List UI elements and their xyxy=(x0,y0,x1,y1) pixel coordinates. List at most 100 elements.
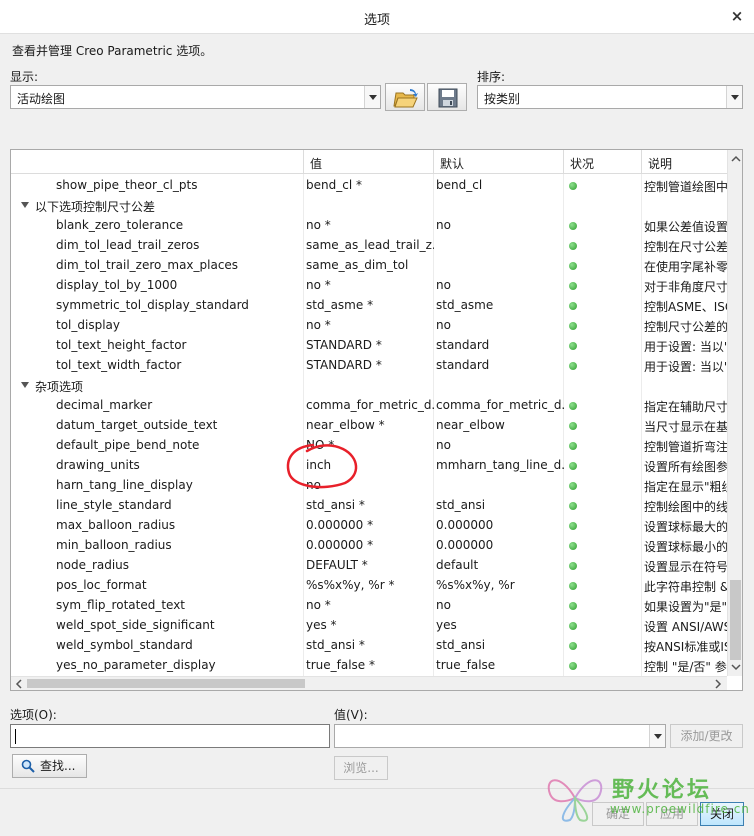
table-row[interactable]: drawing_units inch mmharn_tang_line_d... 设置… xyxy=(11,455,728,475)
status-ok-icon xyxy=(569,362,577,370)
sort-select[interactable]: 按类别 xyxy=(477,85,743,109)
display-label: 显示: xyxy=(10,70,39,84)
option-name: drawing_units xyxy=(56,458,140,472)
table-row[interactable]: show_pipe_theor_cl_pts bend_cl * bend_cl 控制… xyxy=(11,175,728,195)
option-description: 在使用字尾补零 xyxy=(644,260,728,274)
horizontal-scrollbar[interactable] xyxy=(11,676,727,690)
status-ok-icon xyxy=(569,342,577,350)
option-value: yes * xyxy=(306,618,337,632)
open-config-button[interactable] xyxy=(385,83,425,111)
table-row[interactable]: line_style_standard std_ansi * std_ansi 控制绘… xyxy=(11,495,728,515)
table-row[interactable]: min_balloon_radius 0.000000 * 0.000000 设置球标… xyxy=(11,535,728,555)
table-row[interactable]: decimal_marker comma_for_metric_d... comma… xyxy=(11,395,728,415)
table-row[interactable]: tol_text_height_factor STANDARD * standard… xyxy=(11,335,728,355)
status-ok-icon xyxy=(569,222,577,230)
table-row[interactable]: default_pipe_bend_note NO * no 控制管道折弯注 xyxy=(11,435,728,455)
scroll-up-icon[interactable] xyxy=(728,152,743,166)
table-row[interactable]: max_balloon_radius 0.000000 * 0.000000 设置球标… xyxy=(11,515,728,535)
option-description: 当尺寸显示在基 xyxy=(644,420,728,434)
options-table: 值 默认 状况 说明 show_pipe_theor_cl_pts bend_cl… xyxy=(10,149,743,691)
option-default: no xyxy=(436,318,451,332)
status-ok-icon xyxy=(569,182,577,190)
chevron-down-icon[interactable] xyxy=(649,725,665,747)
option-name: max_balloon_radius xyxy=(56,518,176,532)
table-row[interactable]: dim_tol_trail_zero_max_places same_as_dim… xyxy=(11,255,728,275)
header-status[interactable]: 状况 xyxy=(563,150,641,174)
option-name: decimal_marker xyxy=(56,398,153,412)
option-description: 此字符串控制 & xyxy=(644,580,728,594)
close-icon[interactable]: × xyxy=(726,5,748,27)
table-row[interactable]: tol_display no * no 控制尺寸公差的 xyxy=(11,315,728,335)
scroll-left-icon[interactable] xyxy=(12,677,26,691)
option-name: datum_target_outside_text xyxy=(56,418,218,432)
table-row[interactable]: display_tol_by_1000 no * no 对于非角度尺寸 xyxy=(11,275,728,295)
option-description: 控制 "是/否" 参 xyxy=(644,660,727,674)
collapse-icon[interactable] xyxy=(21,202,29,208)
header-default[interactable]: 默认 xyxy=(433,150,563,174)
option-description: 控制在尺寸公差 xyxy=(644,240,728,254)
table-row[interactable]: sym_flip_rotated_text no * no 如果设置为"是" xyxy=(11,595,727,615)
table-row[interactable]: weld_symbol_standard std_ansi * std_ansi 按A… xyxy=(11,635,728,655)
table-row[interactable]: tol_text_width_factor STANDARD * standard 用… xyxy=(11,355,728,375)
option-name: symmetric_tol_display_standard xyxy=(56,298,249,312)
table-row[interactable]: node_radius DEFAULT * default 设置显示在符号 xyxy=(11,555,728,575)
chevron-down-icon[interactable] xyxy=(726,86,742,108)
scroll-down-icon[interactable] xyxy=(728,660,743,674)
chevron-down-icon[interactable] xyxy=(364,86,380,108)
option-default: bend_cl xyxy=(436,178,483,192)
table-row[interactable]: harn_tang_line_display no 指定在显示"粗线 xyxy=(11,475,728,495)
status-ok-icon xyxy=(569,542,577,550)
option-value: same_as_lead_trail_z... xyxy=(306,238,434,252)
option-description: 指定在辅助尺寸 xyxy=(644,400,728,414)
table-row[interactable]: blank_zero_tolerance no * no 如果公差值设置 xyxy=(11,215,728,235)
scrollbar-thumb[interactable] xyxy=(27,679,305,688)
dialog-description: 查看并管理 Creo Parametric 选项。 xyxy=(12,44,213,58)
find-button[interactable]: 查找... xyxy=(12,754,87,778)
browse-button[interactable]: 浏览... xyxy=(334,756,388,780)
save-config-button[interactable] xyxy=(427,83,467,111)
find-button-label: 查找... xyxy=(40,759,76,773)
option-default: comma_for_metric_d... xyxy=(436,398,564,412)
option-default: standard xyxy=(436,338,490,352)
display-select[interactable]: 活动绘图 xyxy=(10,85,381,109)
status-ok-icon xyxy=(569,582,577,590)
option-description: 控制管道折弯注 xyxy=(644,440,728,454)
table-group-row[interactable]: 杂项选项 xyxy=(11,375,727,395)
option-default: std_ansi xyxy=(436,498,486,512)
table-row[interactable]: weld_spot_side_significant yes * yes 设置 ANS… xyxy=(11,615,728,635)
table-row[interactable]: yes_no_parameter_display true_false * true… xyxy=(11,655,727,675)
status-ok-icon xyxy=(569,242,577,250)
scroll-right-icon[interactable] xyxy=(711,677,725,691)
option-name: weld_spot_side_significant xyxy=(56,618,215,632)
status-ok-icon xyxy=(569,622,577,630)
status-ok-icon xyxy=(569,262,577,270)
option-name: weld_symbol_standard xyxy=(56,638,193,652)
option-value: no * xyxy=(306,318,331,332)
status-ok-icon xyxy=(569,522,577,530)
table-group-row[interactable]: 以下选项控制尺寸公差 xyxy=(11,195,727,215)
folder-open-icon xyxy=(393,89,418,108)
value-select[interactable] xyxy=(334,724,666,748)
table-row[interactable]: symmetric_tol_display_standard std_asme *… xyxy=(11,295,728,315)
watermark-text: 野火论坛 xyxy=(612,778,713,803)
title-bar: 选项 × xyxy=(0,0,754,34)
option-value: comma_for_metric_d... xyxy=(306,398,434,412)
collapse-icon[interactable] xyxy=(21,382,29,388)
option-value: 0.000000 * xyxy=(306,538,374,552)
option-description: 控制管道绘图中 xyxy=(644,180,728,194)
header-description[interactable]: 说明 xyxy=(641,150,727,174)
scrollbar-thumb[interactable] xyxy=(730,580,741,660)
text-cursor xyxy=(15,729,16,744)
option-default: default xyxy=(436,558,479,572)
option-value: STANDARD * xyxy=(306,338,382,352)
table-row[interactable]: datum_target_outside_text near_elbow * nea… xyxy=(11,415,728,435)
add-change-button[interactable]: 添加/更改 xyxy=(670,724,743,748)
table-row[interactable]: dim_tol_lead_trail_zeros same_as_lead_tra… xyxy=(11,235,728,255)
option-description: 对于非角度尺寸 xyxy=(644,280,728,294)
option-input[interactable] xyxy=(10,724,330,748)
vertical-scrollbar[interactable] xyxy=(727,150,743,676)
header-name[interactable] xyxy=(11,150,303,174)
table-row[interactable]: pos_loc_format %s%x%y, %r * %s%x%y, %r 此字符串… xyxy=(11,575,728,595)
header-value[interactable]: 值 xyxy=(303,150,433,174)
option-description: 控制绘图中的线 xyxy=(644,500,728,514)
